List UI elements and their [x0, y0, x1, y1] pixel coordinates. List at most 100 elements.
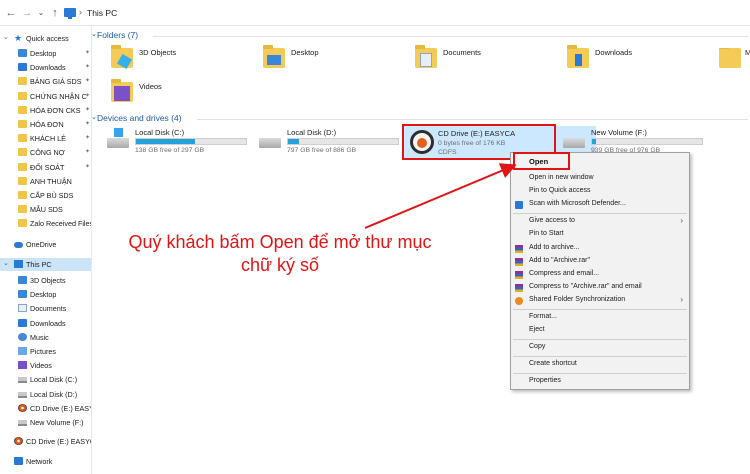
sidebar-item[interactable]: CÔNG NỢ ✦: [0, 146, 91, 159]
context-menu-item[interactable]: Create shortcut: [511, 358, 689, 371]
context-menu-item[interactable]: Scan with Microsoft Defender...: [511, 198, 689, 211]
up-arrow-icon[interactable]: ↑: [48, 6, 62, 20]
sidebar-item[interactable]: CẤP BÙ SDS: [0, 189, 91, 202]
folder-label: 3D Objects: [139, 48, 177, 57]
context-menu-item[interactable]: Add to "Archive.rar": [511, 255, 689, 268]
sidebar-item[interactable]: CHỨNG NHẬN C ✦: [0, 90, 91, 103]
sidebar-item-network[interactable]: Network: [0, 455, 91, 468]
sidebar-item-cd-drive[interactable]: CD Drive (E:) EASYCA: [0, 435, 91, 448]
sidebar-item[interactable]: MẪU SDS: [0, 203, 91, 216]
context-menu-item[interactable]: Shared Folder Synchronization ›: [511, 294, 689, 307]
context-menu-item[interactable]: Give access to ›: [511, 215, 689, 228]
folder-label: Documents: [443, 48, 481, 57]
sidebar-item[interactable]: HÓA ĐƠN CKS ✦: [0, 104, 91, 117]
sidebar-item[interactable]: Downloads ✦: [0, 61, 91, 74]
group-header-label: Folders (7): [97, 30, 139, 40]
sidebar-item[interactable]: BẢNG GIÁ SDS ✦: [0, 75, 91, 88]
sidebar-item[interactable]: Downloads: [0, 317, 91, 330]
context-menu-open[interactable]: Open: [513, 152, 570, 170]
folder-3d-objects[interactable]: 3D Objects: [111, 45, 241, 78]
context-menu-open-label: Open: [529, 157, 549, 166]
sidebar-item-quick-access[interactable]: ⌄ ★ Quick access: [0, 32, 91, 45]
folder-icon: [18, 219, 27, 228]
folder-label: Downloads: [595, 48, 633, 57]
context-menu-item[interactable]: Format...: [511, 311, 689, 324]
folder-videos[interactable]: Videos: [111, 79, 241, 112]
sidebar-item[interactable]: Videos: [0, 359, 91, 372]
address-path[interactable]: This PC: [87, 8, 117, 18]
folder-desktop[interactable]: Desktop: [263, 45, 393, 78]
sidebar-item-label: Local Disk (D:): [30, 389, 78, 399]
sidebar-item-label: ĐỐI SOÁT: [30, 162, 65, 172]
drive-local-disk-d[interactable]: Local Disk (D:) 797 GB free of 886 GB: [259, 126, 409, 160]
folder-downloads[interactable]: Downloads: [567, 45, 697, 78]
context-menu-item[interactable]: Open in new window: [511, 172, 689, 185]
drive-filesystem: CDFS: [438, 149, 457, 156]
context-menu-item[interactable]: Copy: [511, 341, 689, 354]
download-arrow-icon: [575, 54, 582, 66]
chevron-down-icon[interactable]: ⌄: [91, 30, 97, 38]
sidebar-item-label: CD Drive (E:) EASYCA: [26, 437, 91, 446]
drive-local-disk-c[interactable]: Local Disk (C:) 138 GB free of 297 GB: [107, 126, 257, 160]
sidebar-item[interactable]: KHÁCH LẺ ✦: [0, 132, 91, 145]
context-menu-item[interactable]: Pin to Quick access: [511, 185, 689, 198]
sidebar-item[interactable]: ĐỐI SOÁT ✦: [0, 161, 91, 174]
pin-icon[interactable]: ✦: [85, 148, 90, 155]
pin-icon[interactable]: ✦: [85, 134, 90, 141]
back-arrow-icon[interactable]: ←: [4, 6, 18, 20]
context-menu-item[interactable]: Eject: [511, 324, 689, 337]
chevron-down-icon[interactable]: ⌄: [91, 113, 97, 121]
sidebar-item[interactable]: ANH THUẬN: [0, 175, 91, 188]
menu-separator: [513, 356, 687, 358]
context-menu-item[interactable]: Properties: [511, 375, 689, 388]
sidebar-item[interactable]: Desktop ✦: [0, 47, 91, 60]
context-menu: Open in new window Pin to Quick access Sca…: [510, 152, 690, 390]
sidebar-item[interactable]: HÓA ĐƠN ✦: [0, 118, 91, 131]
sidebar-item[interactable]: Music: [0, 331, 91, 344]
pin-icon[interactable]: ✦: [85, 63, 90, 70]
folder-documents[interactable]: Documents: [415, 45, 545, 78]
sidebar-item[interactable]: CD Drive (E:) EASYC: [0, 402, 91, 415]
forward-arrow-icon[interactable]: →: [20, 6, 34, 20]
drive-usage-bar: [287, 138, 399, 145]
context-menu-item[interactable]: Compress and email...: [511, 268, 689, 281]
sidebar-item[interactable]: Pictures: [0, 345, 91, 358]
cd-drive-icon: [14, 437, 23, 445]
context-menu-item[interactable]: Compress to "Archive.rar" and email: [511, 281, 689, 294]
context-menu-item-label: Scan with Microsoft Defender...: [529, 200, 626, 208]
sidebar-item[interactable]: Local Disk (C:): [0, 373, 91, 386]
sidebar-item[interactable]: Documents: [0, 302, 91, 315]
sidebar-item[interactable]: Zalo Received Files: [0, 217, 91, 230]
pin-icon[interactable]: ✦: [85, 120, 90, 127]
annotation-text: Quý khách bấm Open để mở thư mục chữ ký …: [100, 231, 460, 277]
sidebar-item-label: HÓA ĐƠN: [30, 120, 64, 129]
group-header-devices[interactable]: ⌄ Devices and drives (4): [91, 113, 182, 123]
context-menu-item[interactable]: Pin to Start: [511, 228, 689, 241]
pin-icon[interactable]: ✦: [85, 77, 90, 84]
pin-icon[interactable]: ✦: [85, 106, 90, 113]
pin-icon[interactable]: ✦: [85, 49, 90, 56]
chevron-down-icon[interactable]: ⌄: [3, 33, 9, 41]
sidebar-item-onedrive[interactable]: OneDrive: [0, 238, 91, 251]
navigation-pane[interactable]: ⌄ ★ Quick access Desktop ✦ Downloads ✦ BẢNG …: [0, 26, 92, 474]
sidebar-item-label: Downloads: [30, 63, 66, 73]
pin-icon[interactable]: ✦: [85, 163, 90, 170]
folder-icon: [18, 77, 27, 86]
sidebar-item-label: Downloads: [30, 318, 66, 328]
sidebar-item[interactable]: Local Disk (D:): [0, 388, 91, 401]
context-menu-item-label: Properties: [529, 377, 561, 385]
sidebar-item[interactable]: Desktop: [0, 288, 91, 301]
pin-icon[interactable]: ✦: [85, 92, 90, 99]
context-menu-item[interactable]: Add to archive...: [511, 242, 689, 255]
group-header-folders[interactable]: ⌄ Folders (7): [91, 30, 139, 40]
folder-label: Videos: [139, 82, 162, 91]
sidebar-item-label: CHỨNG NHẬN C: [30, 91, 87, 101]
desktop-icon: [18, 49, 27, 57]
drive-icon: [259, 138, 281, 148]
sidebar-item[interactable]: New Volume (F:): [0, 416, 91, 429]
chevron-down-icon[interactable]: ⌄: [3, 259, 9, 267]
folder-music[interactable]: M: [719, 48, 750, 78]
recent-locations-chevron-icon[interactable]: ⌄: [34, 6, 48, 20]
sidebar-item[interactable]: 3D Objects: [0, 274, 91, 287]
sidebar-item-this-pc[interactable]: ⌄ This PC: [0, 258, 91, 271]
